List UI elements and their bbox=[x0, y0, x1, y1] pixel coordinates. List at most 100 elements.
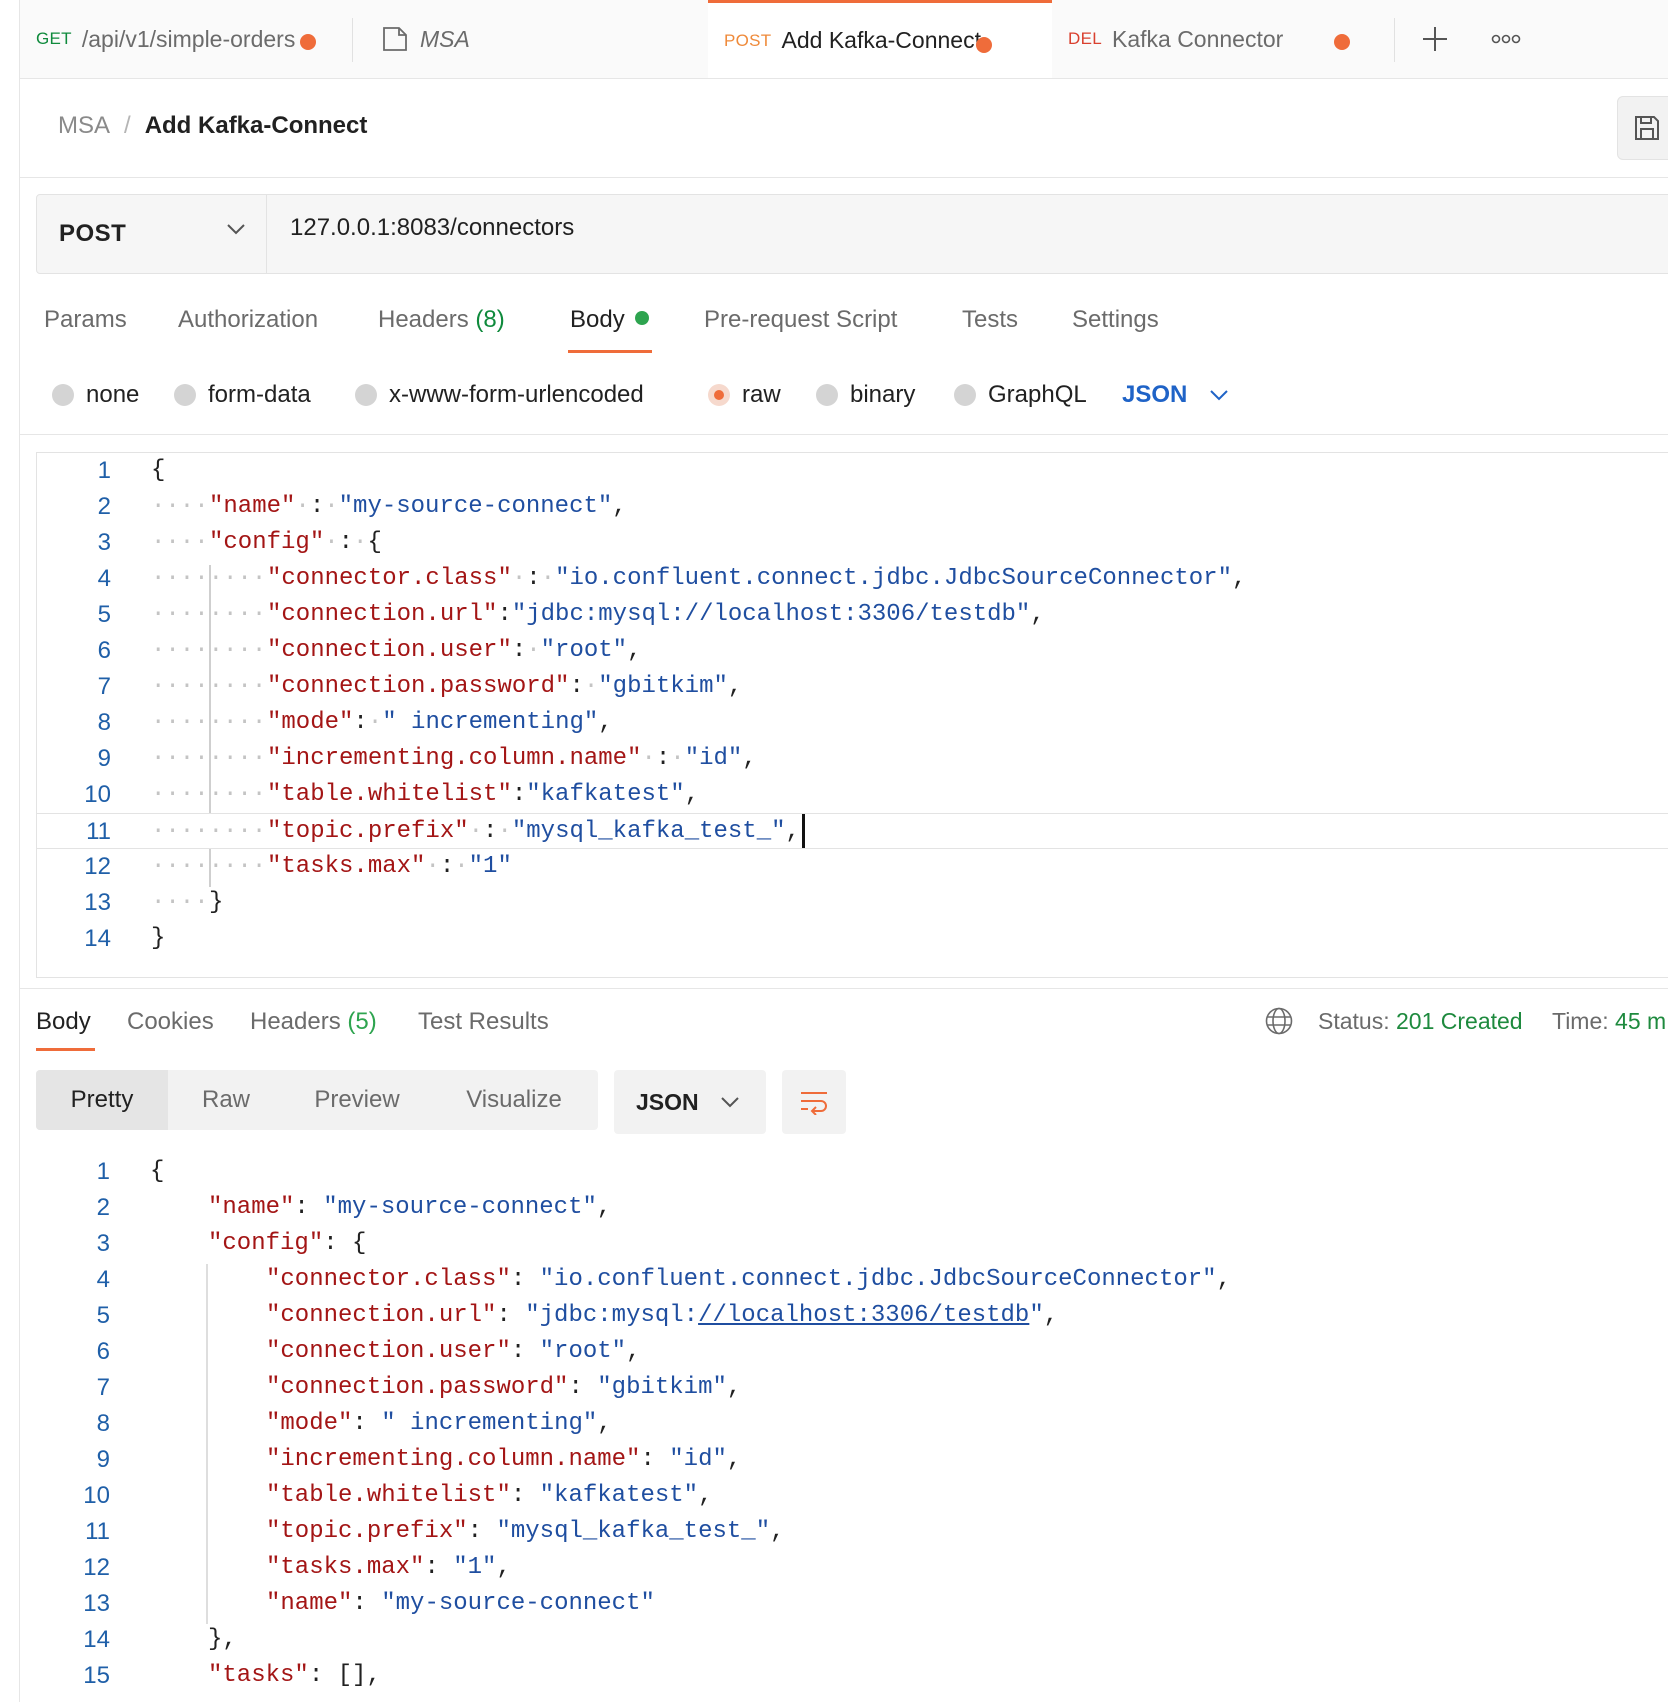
code-text: { bbox=[150, 1158, 165, 1185]
line-number: 8 bbox=[96, 1410, 110, 1437]
radio-icon bbox=[174, 384, 196, 406]
response-body-viewer[interactable]: 1{2 "name": "my-source-connect", 3 "config"… bbox=[36, 1154, 1668, 1702]
code-line: 14}, bbox=[36, 1622, 1668, 1658]
view-pretty-button[interactable]: Pretty bbox=[36, 1070, 168, 1130]
tab-headers[interactable]: Headers (8) bbox=[378, 306, 505, 334]
view-preview-button[interactable]: Preview bbox=[284, 1070, 430, 1130]
code-line: 6 "connection.user": "root", bbox=[36, 1334, 1668, 1370]
tab-prerequest-script[interactable]: Pre-request Script bbox=[704, 306, 897, 334]
code-text: ········ "mode":·" incrementing", bbox=[151, 705, 613, 741]
tab-headers-label: Headers bbox=[378, 306, 469, 333]
body-type-urlencoded[interactable]: x-www-form-urlencoded bbox=[355, 378, 644, 412]
response-tab-headers[interactable]: Headers (5) bbox=[250, 1008, 377, 1036]
code-text: ···· "name"·:·"my-source-connect", bbox=[151, 489, 627, 525]
more-tabs-button[interactable] bbox=[1475, 0, 1537, 78]
code-line: 13 "name": "my-source-connect" bbox=[36, 1586, 1668, 1622]
status-label: Status: bbox=[1318, 1008, 1390, 1034]
line-number: 12 bbox=[83, 1554, 110, 1581]
code-text: ········ "incrementing.column.name"·:·"id… bbox=[151, 741, 757, 777]
body-status-dot-icon bbox=[634, 311, 649, 325]
window-border bbox=[19, 0, 20, 1702]
response-time[interactable]: Time: 45 m bbox=[1552, 1008, 1666, 1035]
tab-msa-collection[interactable]: MSA bbox=[382, 0, 702, 78]
tab-authorization[interactable]: Authorization bbox=[178, 306, 318, 334]
response-format-select[interactable]: JSON bbox=[614, 1070, 766, 1134]
collection-icon bbox=[382, 26, 408, 52]
response-tab-body[interactable]: Body bbox=[36, 1008, 91, 1036]
whitespace-marker: ···· bbox=[151, 889, 209, 916]
view-visualize-button[interactable]: Visualize bbox=[430, 1070, 598, 1130]
code-text: "connection.url": "jdbc:mysql://localhos… bbox=[266, 1302, 1059, 1329]
radio-icon bbox=[816, 384, 838, 406]
new-tab-button[interactable] bbox=[1405, 0, 1465, 78]
response-tab-cookies[interactable]: Cookies bbox=[127, 1008, 214, 1036]
line-number: 13 bbox=[83, 1590, 110, 1617]
line-number: 5 bbox=[96, 1302, 110, 1329]
url-input[interactable]: 127.0.0.1:8083/connectors bbox=[290, 214, 574, 242]
raw-format-select[interactable]: JSON bbox=[1122, 378, 1229, 412]
code-text: "connector.class": "io.confluent.connect… bbox=[266, 1266, 1231, 1293]
whitespace-marker: ········ bbox=[151, 745, 267, 772]
url-link[interactable]: //localhost:3306/testdb bbox=[698, 1302, 1029, 1329]
body-type-graphql[interactable]: GraphQL bbox=[954, 378, 1087, 412]
line-number: 12 bbox=[84, 853, 111, 880]
code-line: 9 "incrementing.column.name": "id", bbox=[36, 1442, 1668, 1478]
tab-method-del: DEL bbox=[1068, 29, 1102, 48]
tab-post-add-kafka-connect[interactable]: POST Add Kafka-Connect bbox=[708, 0, 1052, 78]
request-body-editor[interactable]: 1{2 ···· "name"·:·"my-source-connect", 3 ···… bbox=[36, 452, 1668, 978]
code-line: 6 ········ "connection.user":·"root", bbox=[37, 633, 1668, 669]
body-type-binary[interactable]: binary bbox=[816, 378, 915, 412]
tab-settings[interactable]: Settings bbox=[1072, 306, 1159, 334]
response-status[interactable]: Status: 201 Created bbox=[1318, 1008, 1523, 1035]
whitespace-marker: ···· bbox=[151, 529, 209, 556]
tab-body[interactable]: Body bbox=[570, 306, 649, 334]
code-line: 1{ bbox=[37, 453, 1668, 489]
line-number: 14 bbox=[84, 925, 111, 952]
tab-title: Kafka Connector bbox=[1111, 25, 1284, 52]
breadcrumb: MSA / Add Kafka-Connect bbox=[58, 112, 367, 140]
breadcrumb-collection-link[interactable]: MSA bbox=[58, 112, 110, 140]
code-line: 5 ········ "connection.url":"jdbc:mysql://… bbox=[37, 597, 1668, 633]
tab-del-kafka-connector[interactable]: DEL Kafka Connector bbox=[1052, 0, 1392, 78]
code-line: 3 "config": { bbox=[36, 1226, 1668, 1262]
radio-label: binary bbox=[850, 381, 916, 408]
chevron-down-icon bbox=[721, 1097, 739, 1108]
code-text: "connection.password": "gbitkim", bbox=[266, 1374, 742, 1401]
tab-get-simple-orders[interactable]: GET /api/v1/simple-orders bbox=[36, 0, 358, 78]
code-line: 7 ········ "connection.password":·"gbitkim… bbox=[37, 669, 1668, 705]
code-line: 15 "tasks": [], bbox=[36, 1658, 1668, 1694]
line-number: 2 bbox=[97, 493, 111, 520]
status-value: 201 Created bbox=[1396, 1008, 1523, 1034]
response-tab-headers-label: Headers bbox=[250, 1008, 341, 1035]
active-tab-indicator bbox=[568, 350, 652, 353]
line-number: 8 bbox=[97, 709, 111, 736]
radio-label: none bbox=[86, 381, 140, 408]
chevron-down-icon bbox=[1210, 390, 1229, 401]
http-method-select[interactable]: POST bbox=[37, 195, 267, 273]
line-number: 6 bbox=[96, 1338, 110, 1365]
body-type-raw[interactable]: raw bbox=[708, 378, 781, 412]
line-number: 6 bbox=[97, 637, 111, 664]
line-number: 2 bbox=[96, 1194, 110, 1221]
code-line: 7 "connection.password": "gbitkim", bbox=[36, 1370, 1668, 1406]
tab-tests[interactable]: Tests bbox=[962, 306, 1018, 334]
body-type-form-data[interactable]: form-data bbox=[174, 378, 311, 412]
word-wrap-button[interactable] bbox=[782, 1070, 846, 1134]
line-number: 10 bbox=[83, 1482, 110, 1509]
view-raw-button[interactable]: Raw bbox=[168, 1070, 284, 1130]
save-button[interactable] bbox=[1617, 96, 1668, 160]
whitespace-marker: ········ bbox=[151, 853, 267, 880]
whitespace-marker: ···· bbox=[151, 493, 209, 520]
request-name[interactable]: Add Kafka-Connect bbox=[145, 112, 368, 140]
code-line: 8 ········ "mode":·" incrementing", bbox=[37, 705, 1668, 741]
breadcrumb-separator: / bbox=[124, 112, 131, 139]
radio-label: raw bbox=[742, 381, 781, 408]
tab-params[interactable]: Params bbox=[44, 306, 127, 334]
code-line: 2 ···· "name"·:·"my-source-connect", bbox=[37, 489, 1668, 525]
globe-icon[interactable] bbox=[1264, 1006, 1294, 1041]
response-tab-test-results[interactable]: Test Results bbox=[418, 1008, 549, 1036]
code-line: 12 "tasks.max": "1", bbox=[36, 1550, 1668, 1586]
body-type-none[interactable]: none bbox=[52, 378, 139, 412]
code-line: 9 ········ "incrementing.column.name"·:·"i… bbox=[37, 741, 1668, 777]
radio-icon bbox=[954, 384, 976, 406]
